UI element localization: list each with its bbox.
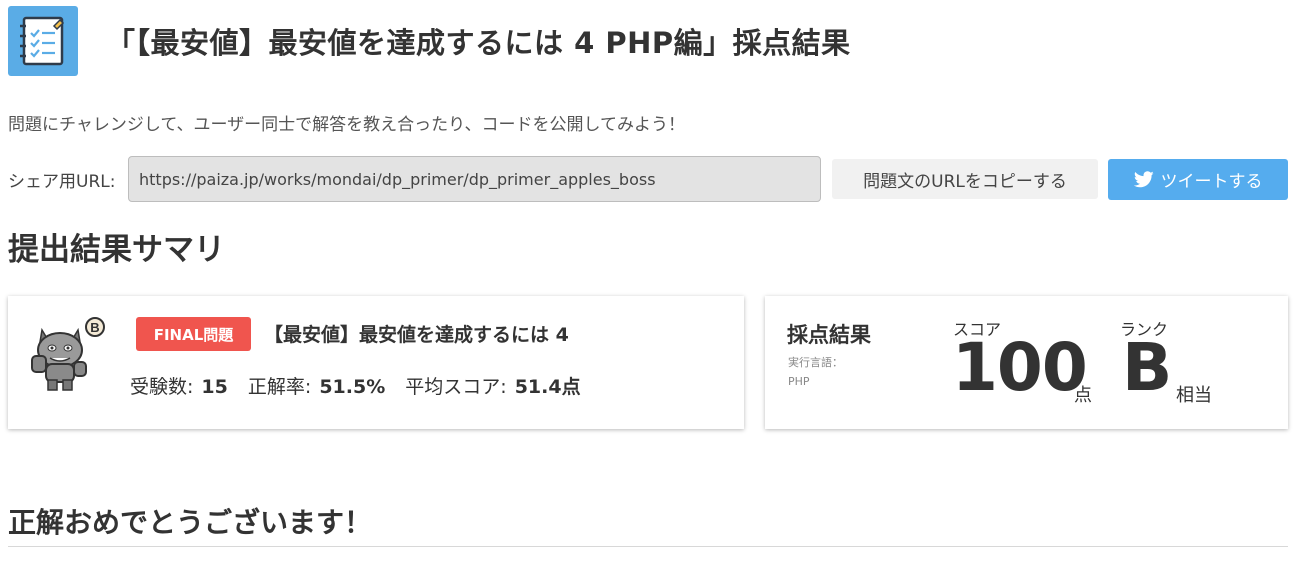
rank-value: B (1122, 329, 1173, 406)
boss-monster-mascot: B (31, 317, 105, 391)
language-value: PHP (788, 375, 810, 388)
twitter-bird-icon (1133, 171, 1154, 188)
checklist-notebook-icon (8, 6, 78, 76)
average-score-label: 平均スコア: (405, 376, 507, 398)
mascot-rank-letter: B (90, 320, 99, 335)
accuracy-label: 正解率: (247, 376, 312, 398)
score-unit: 点 (1074, 385, 1092, 406)
tweet-button[interactable]: ツイートする (1108, 159, 1288, 200)
examinees-label: 受験数: (130, 376, 194, 398)
problem-title[interactable]: 【最安値】最安値を達成するには 4 (264, 320, 569, 347)
page-title: 「【最安値】最安値を達成するには 4 PHP編」採点結果 (106, 26, 851, 60)
accuracy-value: 51.5% (319, 376, 386, 398)
final-problem-badge: FINAL問題 (136, 317, 251, 351)
copy-url-button[interactable]: 問題文のURLをコピーする (832, 159, 1098, 199)
score-value: 100 (952, 329, 1088, 406)
divider (8, 546, 1288, 547)
result-heading: 採点結果 (787, 323, 871, 347)
share-url-field[interactable] (128, 156, 821, 202)
problem-stats: 受験数: 15 正解率: 51.5% 平均スコア: 51.4点 (130, 372, 595, 399)
language-label: 実行言語： (788, 356, 843, 369)
examinees-value: 15 (201, 376, 228, 398)
result-card: 採点結果 実行言語： PHP スコア 100 点 ランク B 相当 (765, 296, 1288, 429)
tweet-button-label: ツイートする (1160, 172, 1263, 192)
congrats-heading: 正解おめでとうございます！ (8, 506, 373, 539)
average-score-value: 51.4点 (514, 376, 581, 398)
rank-unit: 相当 (1176, 385, 1212, 406)
problem-card: B FINAL問題 【最安値】最安値を達成するには 4 受験数: 15 正解率: 5… (8, 296, 744, 429)
intro-text: 問題にチャレンジして、ユーザー同士で解答を教え合ったり、コードを公開してみよう！ (8, 115, 685, 135)
summary-heading: 提出結果サマリ (8, 232, 225, 268)
share-url-label: シェア用URL: (8, 172, 116, 192)
